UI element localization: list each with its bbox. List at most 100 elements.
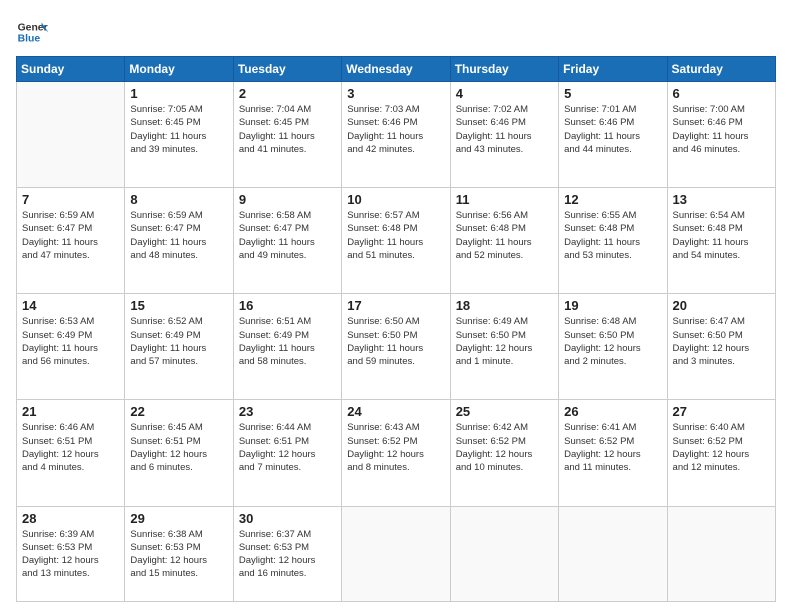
day-number: 19: [564, 298, 661, 313]
day-info: Sunrise: 7:05 AM Sunset: 6:45 PM Dayligh…: [130, 103, 227, 156]
calendar-cell: 17 Sunrise: 6:50 AM Sunset: 6:50 PM Dayli…: [342, 294, 450, 400]
calendar-cell: 21Sunrise: 6:46 AM Sunset: 6:51 PM Dayli…: [17, 400, 125, 506]
weekday-header-tuesday: Tuesday: [233, 57, 341, 82]
calendar-cell: 7 Sunrise: 6:59 AM Sunset: 6:47 PM Daylig…: [17, 188, 125, 294]
day-number: 22: [130, 404, 227, 419]
day-info: Sunrise: 6:57 AM Sunset: 6:48 PM Dayligh…: [347, 209, 444, 262]
calendar-week-row: 14 Sunrise: 6:53 AM Sunset: 6:49 PM Dayli…: [17, 294, 776, 400]
day-number: 15: [130, 298, 227, 313]
calendar-cell: [342, 506, 450, 602]
calendar-cell: 27 Sunrise: 6:40 AM Sunset: 6:52 PM Dayli…: [667, 400, 775, 506]
day-info: Sunrise: 6:53 AM Sunset: 6:49 PM Dayligh…: [22, 315, 119, 368]
calendar-cell: 9 Sunrise: 6:58 AM Sunset: 6:47 PM Daylig…: [233, 188, 341, 294]
calendar-cell: 20 Sunrise: 6:47 AM Sunset: 6:50 PM Dayli…: [667, 294, 775, 400]
day-number: 9: [239, 192, 336, 207]
calendar-cell: 24 Sunrise: 6:43 AM Sunset: 6:52 PM Dayli…: [342, 400, 450, 506]
day-number: 11: [456, 192, 553, 207]
calendar-cell: 5Sunrise: 7:01 AM Sunset: 6:46 PM Daylig…: [559, 82, 667, 188]
calendar-cell: 25 Sunrise: 6:42 AM Sunset: 6:52 PM Dayli…: [450, 400, 558, 506]
day-number: 4: [456, 86, 553, 101]
day-info: Sunrise: 6:59 AM Sunset: 6:47 PM Dayligh…: [130, 209, 227, 262]
day-info: Sunrise: 7:01 AM Sunset: 6:46 PM Dayligh…: [564, 103, 661, 156]
calendar-week-row: 1 Sunrise: 7:05 AM Sunset: 6:45 PM Daylig…: [17, 82, 776, 188]
calendar-cell: 14 Sunrise: 6:53 AM Sunset: 6:49 PM Dayli…: [17, 294, 125, 400]
day-number: 30: [239, 511, 336, 526]
calendar-cell: 4 Sunrise: 7:02 AM Sunset: 6:46 PM Daylig…: [450, 82, 558, 188]
calendar-cell: 28 Sunrise: 6:39 AM Sunset: 6:53 PM Dayli…: [17, 506, 125, 602]
calendar-cell: 16 Sunrise: 6:51 AM Sunset: 6:49 PM Dayli…: [233, 294, 341, 400]
calendar-cell: 6 Sunrise: 7:00 AM Sunset: 6:46 PM Daylig…: [667, 82, 775, 188]
day-info: Sunrise: 6:42 AM Sunset: 6:52 PM Dayligh…: [456, 421, 553, 474]
svg-text:Blue: Blue: [18, 34, 41, 45]
day-info: Sunrise: 6:59 AM Sunset: 6:47 PM Dayligh…: [22, 209, 119, 262]
logo: General Blue: [16, 16, 48, 48]
day-info: Sunrise: 6:39 AM Sunset: 6:53 PM Dayligh…: [22, 528, 119, 581]
weekday-header-row: SundayMondayTuesdayWednesdayThursdayFrid…: [17, 57, 776, 82]
day-number: 12: [564, 192, 661, 207]
day-info: Sunrise: 6:40 AM Sunset: 6:52 PM Dayligh…: [673, 421, 770, 474]
calendar-cell: 13 Sunrise: 6:54 AM Sunset: 6:48 PM Dayli…: [667, 188, 775, 294]
day-number: 21: [22, 404, 119, 419]
day-number: 23: [239, 404, 336, 419]
day-info: Sunrise: 6:38 AM Sunset: 6:53 PM Dayligh…: [130, 528, 227, 581]
day-number: 26: [564, 404, 661, 419]
day-number: 7: [22, 192, 119, 207]
day-number: 16: [239, 298, 336, 313]
calendar-cell: 26 Sunrise: 6:41 AM Sunset: 6:52 PM Dayli…: [559, 400, 667, 506]
day-info: Sunrise: 7:02 AM Sunset: 6:46 PM Dayligh…: [456, 103, 553, 156]
weekday-header-thursday: Thursday: [450, 57, 558, 82]
day-number: 28: [22, 511, 119, 526]
day-number: 1: [130, 86, 227, 101]
calendar-cell: 12 Sunrise: 6:55 AM Sunset: 6:48 PM Dayli…: [559, 188, 667, 294]
day-info: Sunrise: 6:58 AM Sunset: 6:47 PM Dayligh…: [239, 209, 336, 262]
day-number: 2: [239, 86, 336, 101]
day-info: Sunrise: 6:45 AM Sunset: 6:51 PM Dayligh…: [130, 421, 227, 474]
day-info: Sunrise: 6:44 AM Sunset: 6:51 PM Dayligh…: [239, 421, 336, 474]
day-number: 3: [347, 86, 444, 101]
day-number: 25: [456, 404, 553, 419]
weekday-header-saturday: Saturday: [667, 57, 775, 82]
logo-icon: General Blue: [16, 16, 48, 48]
calendar-cell: 18Sunrise: 6:49 AM Sunset: 6:50 PM Dayli…: [450, 294, 558, 400]
day-info: Sunrise: 6:37 AM Sunset: 6:53 PM Dayligh…: [239, 528, 336, 581]
day-info: Sunrise: 6:47 AM Sunset: 6:50 PM Dayligh…: [673, 315, 770, 368]
day-info: Sunrise: 6:54 AM Sunset: 6:48 PM Dayligh…: [673, 209, 770, 262]
calendar-cell: 19 Sunrise: 6:48 AM Sunset: 6:50 PM Dayli…: [559, 294, 667, 400]
day-number: 24: [347, 404, 444, 419]
day-number: 17: [347, 298, 444, 313]
day-number: 10: [347, 192, 444, 207]
day-info: Sunrise: 6:56 AM Sunset: 6:48 PM Dayligh…: [456, 209, 553, 262]
day-number: 27: [673, 404, 770, 419]
calendar-week-row: 7 Sunrise: 6:59 AM Sunset: 6:47 PM Daylig…: [17, 188, 776, 294]
calendar-cell: 23 Sunrise: 6:44 AM Sunset: 6:51 PM Dayli…: [233, 400, 341, 506]
calendar-cell: 1 Sunrise: 7:05 AM Sunset: 6:45 PM Daylig…: [125, 82, 233, 188]
calendar-cell: 29Sunrise: 6:38 AM Sunset: 6:53 PM Dayli…: [125, 506, 233, 602]
day-info: Sunrise: 6:43 AM Sunset: 6:52 PM Dayligh…: [347, 421, 444, 474]
calendar-cell: [450, 506, 558, 602]
weekday-header-monday: Monday: [125, 57, 233, 82]
day-info: Sunrise: 6:49 AM Sunset: 6:50 PM Dayligh…: [456, 315, 553, 368]
calendar-cell: [667, 506, 775, 602]
calendar-cell: 2Sunrise: 7:04 AM Sunset: 6:45 PM Daylig…: [233, 82, 341, 188]
calendar-cell: 3 Sunrise: 7:03 AM Sunset: 6:46 PM Daylig…: [342, 82, 450, 188]
day-info: Sunrise: 6:50 AM Sunset: 6:50 PM Dayligh…: [347, 315, 444, 368]
calendar-cell: 8Sunrise: 6:59 AM Sunset: 6:47 PM Daylig…: [125, 188, 233, 294]
day-info: Sunrise: 6:41 AM Sunset: 6:52 PM Dayligh…: [564, 421, 661, 474]
calendar-week-row: 21Sunrise: 6:46 AM Sunset: 6:51 PM Dayli…: [17, 400, 776, 506]
calendar-table: SundayMondayTuesdayWednesdayThursdayFrid…: [16, 56, 776, 602]
header: General Blue: [16, 16, 776, 48]
day-info: Sunrise: 6:55 AM Sunset: 6:48 PM Dayligh…: [564, 209, 661, 262]
day-info: Sunrise: 6:51 AM Sunset: 6:49 PM Dayligh…: [239, 315, 336, 368]
calendar-cell: [559, 506, 667, 602]
day-number: 20: [673, 298, 770, 313]
day-info: Sunrise: 7:00 AM Sunset: 6:46 PM Dayligh…: [673, 103, 770, 156]
day-info: Sunrise: 6:48 AM Sunset: 6:50 PM Dayligh…: [564, 315, 661, 368]
day-number: 14: [22, 298, 119, 313]
day-number: 13: [673, 192, 770, 207]
day-number: 6: [673, 86, 770, 101]
day-info: Sunrise: 7:03 AM Sunset: 6:46 PM Dayligh…: [347, 103, 444, 156]
calendar-cell: 11 Sunrise: 6:56 AM Sunset: 6:48 PM Dayli…: [450, 188, 558, 294]
calendar-cell: 22 Sunrise: 6:45 AM Sunset: 6:51 PM Dayli…: [125, 400, 233, 506]
calendar-cell: 10 Sunrise: 6:57 AM Sunset: 6:48 PM Dayli…: [342, 188, 450, 294]
page: General Blue SundayMondayTuesdayWednesda…: [0, 0, 792, 612]
